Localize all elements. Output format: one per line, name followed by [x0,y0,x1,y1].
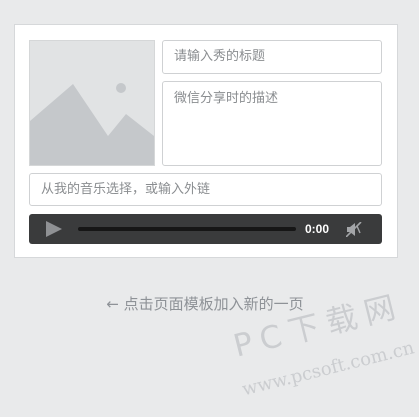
show-settings-card: 请输入秀的标题 微信分享时的描述 从我的音乐选择，或输入外链 0:00 [14,24,398,258]
music-input[interactable]: 从我的音乐选择，或输入外链 [29,173,382,206]
image-placeholder-icon [30,83,154,165]
title-placeholder: 请输入秀的标题 [174,49,266,64]
music-placeholder: 从我的音乐选择，或输入外链 [41,182,211,197]
time-display: 0:00 [305,222,330,236]
cover-image-placeholder[interactable] [29,40,155,166]
progress-track[interactable] [78,227,296,231]
audio-player: 0:00 [29,214,382,244]
mute-icon[interactable] [345,221,362,241]
title-input[interactable]: 请输入秀的标题 [162,40,382,74]
play-icon[interactable] [45,221,63,241]
description-textarea[interactable]: 微信分享时的描述 [162,81,382,166]
description-placeholder: 微信分享时的描述 [174,91,279,106]
